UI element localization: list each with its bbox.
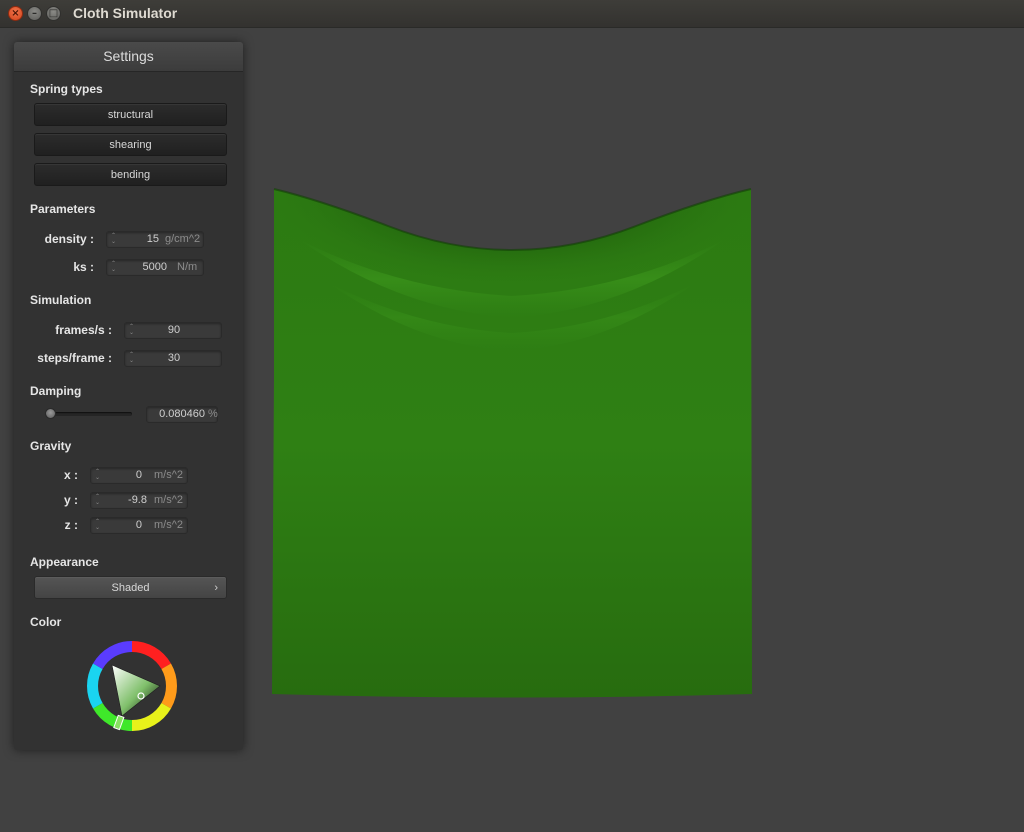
ks-value: 5000 [142, 261, 167, 273]
steps-per-frame-value: 30 [167, 352, 181, 364]
chevron-right-icon: › [214, 582, 218, 594]
gravity-y-label: y : [63, 493, 78, 507]
gravity-z-spinner-icon[interactable]: ⌃ ⌄ [94, 519, 101, 532]
shearing-button[interactable]: shearing [34, 133, 227, 156]
gravity-y-input[interactable]: ⌃ ⌄ -9.8 m/s^2 [90, 492, 188, 509]
ks-unit: N/m [177, 261, 198, 273]
damping-unit: % [208, 408, 218, 420]
maximize-window-button[interactable]: □ [46, 6, 61, 21]
gravity-label: Gravity [30, 439, 72, 453]
gravity-z-value: 0 [135, 519, 142, 531]
gravity-y-unit: m/s^2 [154, 494, 183, 506]
density-label: density : [44, 232, 94, 246]
damping-input[interactable]: 0.080460 % [146, 406, 218, 423]
damping-value: 0.080460 [159, 408, 205, 420]
appearance-value: Shaded [111, 582, 150, 594]
damping-slider-handle[interactable] [45, 408, 56, 419]
appearance-label: Appearance [30, 555, 99, 569]
ks-input[interactable]: ⌃ ⌄ 5000 N/m [106, 259, 204, 276]
gravity-x-unit: m/s^2 [154, 469, 183, 481]
close-window-button[interactable]: × [8, 6, 23, 21]
gravity-z-unit: m/s^2 [154, 519, 183, 531]
gravity-z-label: z : [64, 518, 78, 532]
title-bar: × – □ Cloth Simulator [0, 0, 1024, 28]
density-unit: g/cm^2 [165, 233, 201, 245]
color-label: Color [30, 615, 62, 629]
density-input[interactable]: ⌃ ⌄ 15 g/cm^2 [106, 231, 204, 248]
simulation-label: Simulation [30, 293, 92, 307]
app-window: × – □ Cloth Simulator Settings Spring ty… [0, 0, 1024, 828]
gravity-x-spinner-icon[interactable]: ⌃ ⌄ [94, 469, 101, 482]
gravity-x-input[interactable]: ⌃ ⌄ 0 m/s^2 [90, 467, 188, 484]
density-value: 15 [146, 233, 159, 245]
frames-per-second-label: frames/s : [55, 323, 112, 337]
steps-per-frame-input[interactable]: ⌃ ⌄ 30 [124, 350, 222, 367]
damping-slider-track[interactable] [48, 412, 132, 416]
parameters-label: Parameters [30, 202, 96, 216]
steps-per-frame-label: steps/frame : [37, 351, 112, 365]
window-title: Cloth Simulator [73, 5, 178, 21]
damping-label: Damping [30, 384, 82, 398]
minimize-window-button[interactable]: – [27, 6, 42, 21]
appearance-dropdown[interactable]: Shaded › [34, 576, 227, 599]
ks-label: ks : [73, 260, 94, 274]
gravity-y-value: -9.8 [128, 494, 147, 506]
gravity-z-input[interactable]: ⌃ ⌄ 0 m/s^2 [90, 517, 188, 534]
settings-panel-title[interactable]: Settings [14, 42, 243, 72]
bending-button[interactable]: bending [34, 163, 227, 186]
density-spinner-icon[interactable]: ⌃ ⌄ [110, 233, 117, 246]
structural-button[interactable]: structural [34, 103, 227, 126]
frames-per-second-input[interactable]: ⌃ ⌄ 90 [124, 322, 222, 339]
settings-panel: Settings Spring types structural shearin… [14, 42, 243, 750]
spring-types-label: Spring types [30, 82, 103, 96]
ks-spinner-icon[interactable]: ⌃ ⌄ [110, 261, 117, 274]
color-wheel[interactable] [86, 640, 178, 732]
frames-per-second-value: 90 [167, 324, 181, 336]
gravity-y-spinner-icon[interactable]: ⌃ ⌄ [94, 494, 101, 507]
gravity-x-label: x : [63, 468, 78, 482]
gravity-x-value: 0 [135, 469, 142, 481]
